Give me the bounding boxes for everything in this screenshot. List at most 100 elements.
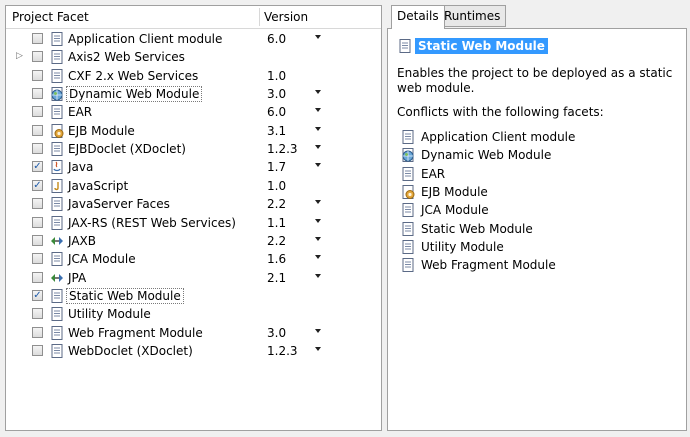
- document-icon: [49, 68, 65, 84]
- facet-row-ejbdoclet-xdoclet[interactable]: EJBDoclet (XDoclet) 1.2.3: [6, 140, 381, 158]
- facet-version[interactable]: 1.1: [267, 216, 286, 230]
- facet-label: Web Fragment Module: [68, 325, 203, 340]
- facet-label: Dynamic Web Module: [66, 86, 203, 103]
- document-icon: [400, 221, 416, 237]
- facet-checkbox[interactable]: [32, 198, 43, 210]
- document-icon: [49, 306, 65, 322]
- facet-row-javascript[interactable]: ✓ JavaScript 1.0: [6, 177, 381, 195]
- facet-version[interactable]: 3.0: [267, 87, 286, 101]
- facet-row-jax-rs-rest-web-services[interactable]: JAX-RS (REST Web Services) 1.1: [6, 214, 381, 232]
- version-dropdown-icon[interactable]: [315, 255, 321, 260]
- version-dropdown-icon[interactable]: [315, 90, 321, 95]
- facet-checkbox[interactable]: [32, 216, 43, 228]
- facet-version[interactable]: 6.0: [267, 105, 286, 119]
- facet-checkbox[interactable]: [32, 234, 43, 246]
- facet-version[interactable]: 3.1: [267, 124, 286, 138]
- globe-document-icon: [400, 147, 416, 163]
- facet-version[interactable]: 6.0: [267, 32, 286, 46]
- facet-row-javaserver-faces[interactable]: JavaServer Faces 2.2: [6, 195, 381, 213]
- facet-row-axis2-web-services[interactable]: ▷ Axis2 Web Services: [6, 48, 381, 66]
- tab-runtimes[interactable]: Runtimes: [438, 5, 507, 27]
- facet-checkbox[interactable]: ✓: [32, 161, 43, 173]
- facet-version[interactable]: 2.2: [267, 234, 286, 248]
- facet-row-dynamic-web-module[interactable]: Dynamic Web Module 3.0: [6, 85, 381, 103]
- facet-row-ear[interactable]: EAR 6.0: [6, 103, 381, 121]
- version-dropdown-icon[interactable]: [315, 126, 321, 131]
- conflict-label: Static Web Module: [421, 221, 533, 236]
- version-dropdown-icon[interactable]: [315, 108, 321, 113]
- version-dropdown-icon[interactable]: [315, 145, 321, 150]
- document-icon: [49, 31, 65, 47]
- document-icon: [397, 38, 413, 54]
- facet-label: CXF 2.x Web Services: [68, 68, 199, 83]
- facet-label: JAX-RS (REST Web Services): [68, 215, 236, 230]
- document-icon: [49, 343, 65, 359]
- document-icon: [49, 141, 65, 157]
- facet-row-utility-module[interactable]: Utility Module: [6, 305, 381, 323]
- facet-version[interactable]: 2.2: [267, 197, 286, 211]
- facet-version[interactable]: 1.6: [267, 252, 286, 266]
- conflict-item-application-client-module: Application Client module: [400, 128, 680, 146]
- facet-checkbox[interactable]: ✓: [32, 289, 43, 301]
- details-area: Details Runtimes Static Web Module Enabl…: [387, 5, 687, 431]
- facet-version[interactable]: 2.1: [267, 271, 286, 285]
- column-header-facet[interactable]: Project Facet: [12, 10, 89, 24]
- version-dropdown-icon[interactable]: [315, 273, 321, 278]
- conflicts-heading: Conflicts with the following facets:: [397, 105, 604, 119]
- table-header: Project Facet Version: [6, 6, 381, 29]
- conflict-label: Utility Module: [421, 239, 504, 254]
- conflict-label: JCA Module: [421, 203, 489, 218]
- double-arrow-icon: [49, 270, 65, 286]
- facet-row-static-web-module[interactable]: ✓ Static Web Module: [6, 287, 381, 305]
- facet-version[interactable]: 1.2.3: [267, 142, 298, 156]
- expand-arrow-icon[interactable]: ▷: [16, 51, 24, 61]
- facet-row-cxf-2-x-web-services[interactable]: CXF 2.x Web Services 1.0: [6, 67, 381, 85]
- version-dropdown-icon[interactable]: [315, 236, 321, 241]
- facet-checkbox[interactable]: [32, 271, 43, 283]
- tab-details[interactable]: Details: [391, 5, 445, 29]
- conflict-item-web-fragment-module: Web Fragment Module: [400, 256, 680, 274]
- facet-row-java[interactable]: ✓ Java 1.7: [6, 158, 381, 176]
- facet-checkbox[interactable]: [32, 51, 43, 63]
- facet-label: JPA: [68, 270, 87, 285]
- facet-label: WebDoclet (XDoclet): [68, 343, 193, 358]
- facet-checkbox[interactable]: [32, 124, 43, 136]
- facet-checkbox[interactable]: [32, 106, 43, 118]
- conflict-item-static-web-module: Static Web Module: [400, 220, 680, 238]
- facet-checkbox[interactable]: [32, 88, 43, 100]
- version-dropdown-icon[interactable]: [315, 346, 321, 351]
- facet-checkbox[interactable]: [32, 143, 43, 155]
- facet-checkbox[interactable]: [32, 69, 43, 81]
- facet-label: JAXB: [68, 233, 96, 248]
- facet-row-web-fragment-module[interactable]: Web Fragment Module 3.0: [6, 324, 381, 342]
- column-header-version[interactable]: Version: [264, 10, 308, 24]
- facet-checkbox[interactable]: [32, 326, 43, 338]
- facet-checkbox[interactable]: [32, 344, 43, 356]
- facet-checkbox[interactable]: [32, 33, 43, 44]
- column-separator[interactable]: [259, 8, 260, 26]
- version-dropdown-icon[interactable]: [315, 200, 321, 205]
- globe-document-icon: [49, 86, 65, 102]
- facet-version[interactable]: 3.0: [267, 326, 286, 340]
- facet-row-jpa[interactable]: JPA 2.1: [6, 269, 381, 287]
- facet-row-jaxb[interactable]: JAXB 2.2: [6, 232, 381, 250]
- facet-row-application-client-module[interactable]: Application Client module 6.0: [6, 30, 381, 48]
- facet-version[interactable]: 1.0: [267, 179, 286, 193]
- facet-version[interactable]: 1.0: [267, 69, 286, 83]
- version-dropdown-icon[interactable]: [315, 218, 321, 223]
- conflict-item-utility-module: Utility Module: [400, 238, 680, 256]
- facet-checkbox[interactable]: ✓: [32, 179, 43, 191]
- facet-version[interactable]: 1.7: [267, 160, 286, 174]
- facet-row-ejb-module[interactable]: EJB Module 3.1: [6, 122, 381, 140]
- document-icon: [49, 325, 65, 341]
- facet-row-jca-module[interactable]: JCA Module 1.6: [6, 250, 381, 268]
- facet-checkbox[interactable]: [32, 308, 43, 320]
- facet-label: JavaServer Faces: [68, 197, 170, 212]
- facet-row-webdoclet-xdoclet[interactable]: WebDoclet (XDoclet) 1.2.3: [6, 342, 381, 360]
- facet-version[interactable]: 1.2.3: [267, 344, 298, 358]
- version-dropdown-icon[interactable]: [315, 328, 321, 333]
- facet-label: EJBDoclet (XDoclet): [68, 142, 186, 157]
- version-dropdown-icon[interactable]: [315, 35, 321, 39]
- version-dropdown-icon[interactable]: [315, 163, 321, 168]
- facet-checkbox[interactable]: [32, 253, 43, 265]
